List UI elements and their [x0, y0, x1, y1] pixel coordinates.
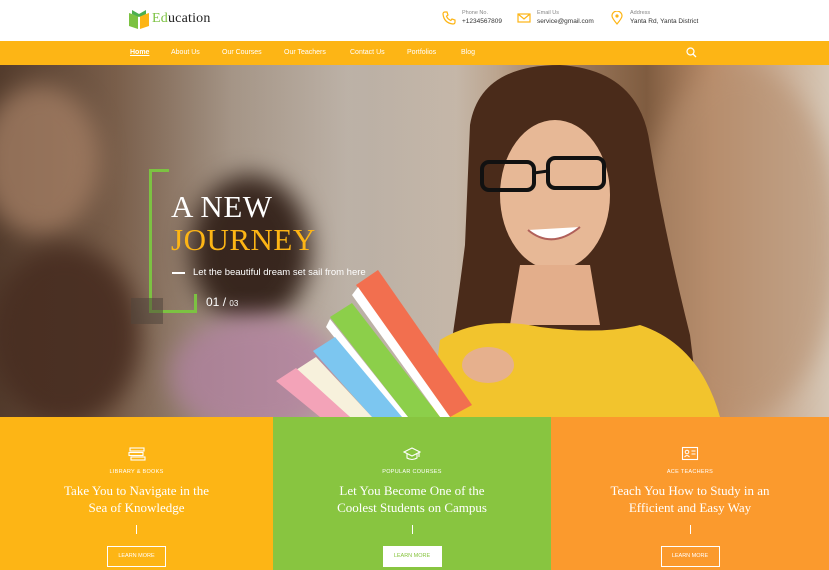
hero-dash: [172, 272, 185, 274]
slide-total: 03: [229, 299, 239, 308]
main-nav: Home About Us Our Courses Our Teachers C…: [0, 41, 829, 65]
contact-phone: Phone No. +1234567809: [442, 9, 502, 26]
contact-address: Address Yanta Rd, Yanta District: [610, 9, 698, 26]
learn-more-button[interactable]: LEARN MORE: [107, 546, 166, 567]
feature-title: Teach You How to Study in an Efficient a…: [551, 482, 829, 516]
feature-title-line1: Take You to Navigate in the: [64, 483, 209, 498]
feature-title-line2: Efficient and Easy Way: [628, 500, 752, 515]
feature-library-books: LIBRARY & BOOKS Take You to Navigate in …: [0, 417, 273, 570]
graduation-cap-icon: [403, 447, 421, 461]
nav-our-teachers[interactable]: Our Teachers: [284, 41, 326, 65]
email-label: Email Us: [537, 10, 560, 16]
teacher-board-icon: [681, 446, 699, 461]
slide-frame-right: [194, 294, 197, 313]
feature-title-line1: Teach You How to Study in an: [610, 483, 770, 498]
prev-slide-button[interactable]: [131, 298, 163, 324]
slide-current: 01: [206, 295, 220, 309]
slide-frame-top: [149, 169, 169, 172]
brand-prefix: Ed: [152, 11, 168, 26]
contact-email: Email Us service@gmail.com: [517, 9, 594, 26]
feature-ace-teachers: ACE TEACHERS Teach You How to Study in a…: [551, 417, 829, 570]
book-logo-icon: [129, 10, 149, 29]
slide-separator: /: [222, 295, 227, 309]
learn-more-button[interactable]: LEARN MORE: [382, 546, 442, 567]
brand-name: Education: [152, 11, 211, 27]
slide-frame-left: [149, 169, 152, 313]
feature-divider: [136, 525, 137, 534]
slide-counter: 01 / 03: [206, 295, 238, 309]
feature-title-line2: Coolest Students on Campus: [337, 500, 487, 515]
phone-label: Phone No.: [462, 10, 488, 16]
nav-blog[interactable]: Blog: [461, 41, 475, 65]
nav-contact-us[interactable]: Contact Us: [350, 41, 385, 65]
feature-divider: [689, 525, 691, 534]
nav-our-courses[interactable]: Our Courses: [222, 41, 262, 65]
address-label: Address: [630, 10, 651, 16]
nav-portfolios[interactable]: Portfolios: [407, 41, 436, 65]
hero-title-line2: JOURNEY: [171, 222, 316, 257]
feature-title-line1: Let You Become One of the: [339, 483, 485, 498]
feature-category: ACE TEACHERS: [666, 469, 714, 475]
feature-title: Let You Become One of the Coolest Studen…: [273, 482, 551, 516]
site-header: Education Phone No. +1234567809 Email Us…: [0, 0, 829, 41]
location-pin-icon: [611, 11, 623, 25]
phone-icon: [442, 11, 456, 25]
hero-slider: A NEW JOURNEY Let the beautiful dream se…: [0, 65, 829, 417]
books-icon: [127, 447, 146, 461]
feature-category: LIBRARY & BOOKS: [109, 469, 164, 475]
address-value: Yanta Rd, Yanta District: [630, 18, 699, 25]
nav-home[interactable]: Home: [130, 41, 149, 65]
feature-category: POPULAR COURSES: [382, 469, 442, 475]
search-icon[interactable]: [686, 47, 697, 58]
envelope-icon: [517, 13, 531, 23]
hero-title-line1: A NEW: [171, 189, 273, 224]
logo[interactable]: Education: [128, 8, 211, 30]
nav-about-us[interactable]: About Us: [171, 41, 200, 65]
feature-title: Take You to Navigate in the Sea of Knowl…: [0, 482, 273, 516]
phone-value: +1234567809: [462, 18, 502, 25]
hero-subtitle: Let the beautiful dream set sail from he…: [193, 267, 366, 278]
feature-popular-courses: POPULAR COURSES Let You Become One of th…: [273, 417, 551, 570]
brand-suffix: ucation: [167, 11, 211, 26]
student-image: [276, 65, 720, 417]
feature-divider: [411, 525, 413, 534]
email-value[interactable]: service@gmail.com: [537, 17, 594, 26]
learn-more-button[interactable]: LEARN MORE: [660, 546, 720, 567]
feature-title-line2: Sea of Knowledge: [88, 500, 185, 515]
